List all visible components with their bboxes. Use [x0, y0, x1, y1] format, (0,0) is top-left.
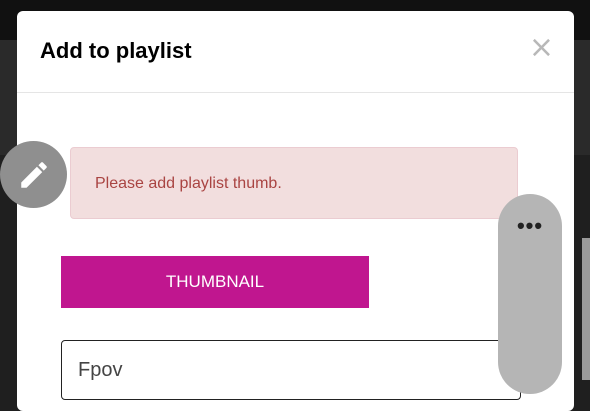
add-to-playlist-modal: Add to playlist × Please add playlist th… [17, 11, 574, 411]
background-edge [582, 238, 590, 380]
thumbnail-button[interactable]: THUMBNAIL [61, 256, 369, 308]
pencil-icon [20, 161, 47, 188]
more-dots-icon: ••• [516, 213, 544, 238]
modal-title: Add to playlist [40, 38, 192, 63]
close-button[interactable]: × [529, 33, 554, 63]
edit-button[interactable] [0, 141, 67, 208]
modal-header: Add to playlist × [17, 11, 574, 93]
error-alert: Please add playlist thumb. [70, 147, 518, 219]
alert-message: Please add playlist thumb. [95, 175, 282, 192]
more-options-button[interactable]: ••• [498, 194, 562, 394]
playlist-name-input[interactable] [61, 340, 521, 400]
